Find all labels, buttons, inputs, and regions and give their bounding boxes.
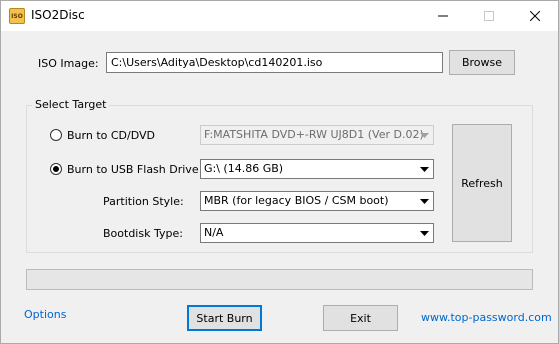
chevron-down-icon [416,224,433,242]
iso-image-path-field[interactable]: C:\Users\Aditya\Desktop\cd140201.iso [106,52,443,73]
iso-image-label: ISO Image: [38,57,99,70]
usb-drive-value: G:\ (14.86 GB) [204,162,284,175]
exit-button[interactable]: Exit [323,305,398,331]
usb-drive-select[interactable]: G:\ (14.86 GB) [200,159,434,179]
app-icon: ISO [9,8,25,24]
burn-cd-radio[interactable] [50,129,62,141]
title-bar[interactable]: ISO ISO2Disc [1,1,558,31]
minimize-icon [438,15,448,17]
iso2disc-window: ISO ISO2Disc ISO Image: C:\Users\Aditya\… [0,0,559,344]
bootdisk-type-label: Bootdisk Type: [103,227,183,240]
chevron-down-icon [416,192,433,210]
minimize-button[interactable] [420,1,466,31]
burn-cd-label[interactable]: Burn to CD/DVD [67,129,155,142]
browse-button[interactable]: Browse [449,50,515,75]
maximize-button[interactable] [466,1,512,31]
partition-style-select[interactable]: MBR (for legacy BIOS / CSM boot) [200,191,434,211]
maximize-icon [484,11,494,21]
chevron-down-icon [416,160,433,178]
partition-style-label: Partition Style: [103,195,184,208]
cd-drive-value: F:MATSHITA DVD+-RW UJ8D1 (Ver D.02) [204,128,424,141]
partition-style-value: MBR (for legacy BIOS / CSM boot) [204,194,389,207]
select-target-title: Select Target [32,98,110,111]
bootdisk-type-select[interactable]: N/A [200,223,434,243]
cd-drive-select: F:MATSHITA DVD+-RW UJ8D1 (Ver D.02) [200,125,434,145]
burn-usb-label[interactable]: Burn to USB Flash Drive [67,163,199,176]
close-icon [530,11,540,21]
burn-usb-radio[interactable] [50,163,62,175]
start-burn-button[interactable]: Start Burn [187,305,262,331]
bootdisk-type-value: N/A [204,226,224,239]
refresh-button[interactable]: Refresh [452,124,512,242]
progress-bar [26,269,533,290]
radio-selected-dot [53,166,59,172]
website-link[interactable]: www.top-password.com [421,311,552,324]
window-title: ISO2Disc [31,8,85,22]
close-button[interactable] [512,1,558,31]
chevron-down-icon [416,126,433,144]
options-link[interactable]: Options [24,308,66,321]
